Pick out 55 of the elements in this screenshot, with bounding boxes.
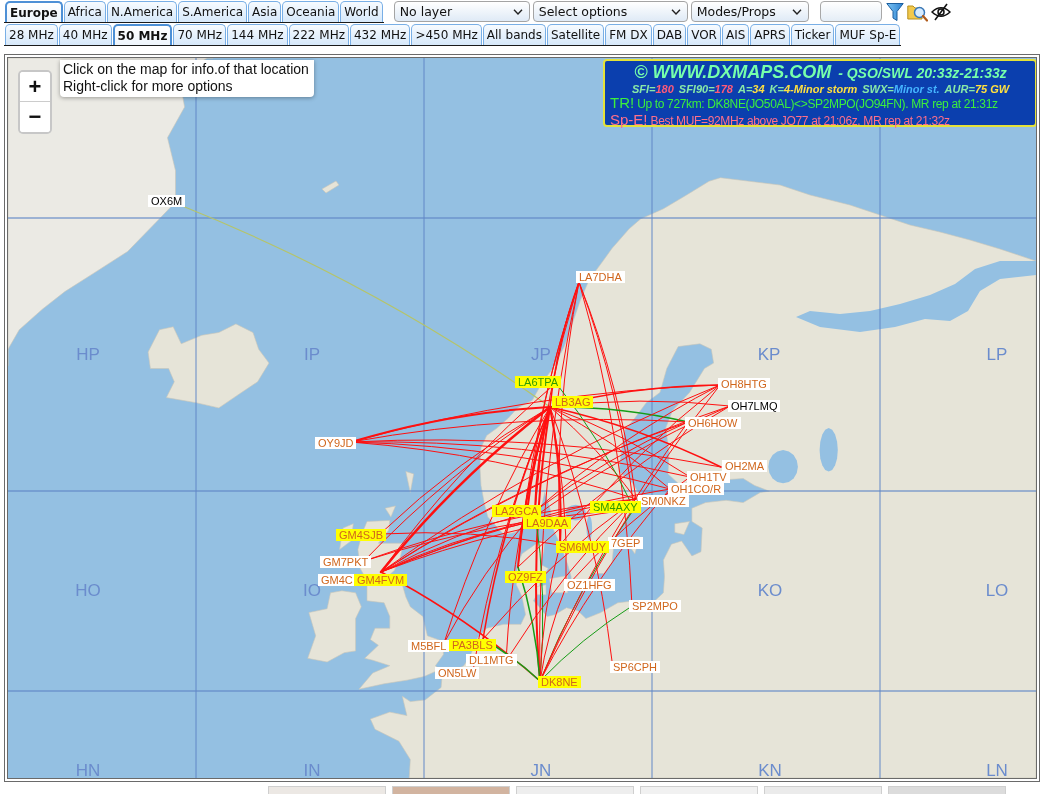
search-field[interactable] [819, 1, 882, 22]
band-tab[interactable]: 432 MHz [349, 24, 411, 45]
band-tab[interactable]: 28 MHz [5, 24, 58, 45]
dropdown[interactable]: Modes/Props [690, 1, 809, 22]
region-tab[interactable]: N.America [106, 1, 178, 22]
grid-square-label: KP [757, 345, 781, 364]
band-tab[interactable]: APRS [750, 24, 790, 45]
grid-square-label: LP [986, 345, 1008, 364]
region-tab[interactable]: S.America [178, 1, 248, 22]
lake-shape [768, 450, 798, 484]
dropdown[interactable]: Select options [532, 1, 688, 22]
region-tab[interactable]: Africa [63, 1, 106, 22]
region-tab[interactable]: Asia [248, 1, 282, 22]
chevron-down-icon [791, 8, 802, 15]
site-title: © WWW.DXMAPS.COM [634, 62, 832, 83]
grid-square-label: LO [985, 581, 1009, 600]
filter-icon[interactable] [885, 1, 904, 22]
band-tab[interactable]: Ticker [790, 24, 835, 45]
region-tab[interactable]: Europe [5, 1, 63, 22]
grid-square-label: LN [986, 761, 1008, 778]
grid-square-label: KO [757, 581, 783, 600]
dropdown[interactable]: No layer [393, 1, 530, 22]
band-tab[interactable]: 50 MHz [112, 24, 173, 45]
map-hint: Click on the map for info.of that location Right-click for more options [60, 60, 314, 97]
band-tab[interactable]: AIS [721, 24, 750, 45]
solar-index: K=4-Minor storm [769, 83, 858, 95]
grid-square-label: KN [758, 761, 782, 778]
alert-message: Sp-E! Best MUF=92MHz above JO77 at 21:06z. MR rep at 21:32z [610, 112, 951, 129]
zoom-in-button[interactable]: + [20, 72, 50, 102]
band-tab[interactable]: 144 MHz [227, 24, 288, 45]
solar-index: SWX=Minor st. [862, 83, 940, 95]
band-tab[interactable]: 70 MHz [173, 24, 227, 45]
chevron-down-icon [670, 8, 681, 15]
solar-index: SFI=180 [631, 83, 674, 95]
alert-message: TR! Up to 727km: DK8NE(JO50AL)<>SP2MPO(JO94FN). MR rep at 21:31z [610, 95, 999, 112]
band-tab[interactable]: All bands [482, 24, 546, 45]
band-tab[interactable]: 222 MHz [288, 24, 349, 45]
report-period: - QSO/SWL 20:33z-21:33z [838, 65, 1007, 81]
solar-index: A=34 [737, 83, 765, 95]
region-tab[interactable]: Oceania [282, 1, 340, 22]
band-tab[interactable]: DAB [652, 24, 687, 45]
region-tab[interactable]: World [340, 1, 383, 22]
band-tab[interactable]: Satellite [546, 24, 605, 45]
solar-index: SFI90=178 [678, 83, 733, 95]
grid-square-label: JN [530, 761, 552, 778]
solar-index: AUR=75 GW [944, 83, 1010, 95]
band-tab[interactable]: >450 MHz [411, 24, 482, 45]
land-shape [321, 180, 340, 194]
band-tab[interactable]: 40 MHz [58, 24, 112, 45]
eye-slash-icon[interactable] [930, 2, 951, 21]
chevron-down-icon [512, 8, 523, 15]
band-tab[interactable]: FM DX [605, 24, 652, 45]
lake-shape [819, 428, 838, 472]
band-tab[interactable]: MUF Sp-E [835, 24, 901, 45]
band-tab[interactable]: VOR [687, 24, 721, 45]
